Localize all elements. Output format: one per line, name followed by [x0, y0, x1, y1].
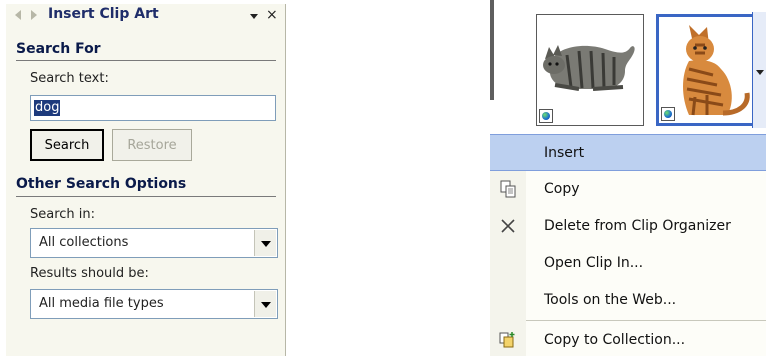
search-in-value: All collections — [39, 235, 129, 250]
menu-item-label: Delete from Clip Organizer — [544, 218, 731, 234]
results-should-be-label: Results should be: — [30, 266, 149, 281]
section-divider — [16, 196, 276, 197]
search-in-dropdown-button[interactable] — [254, 230, 276, 256]
menu-item-insert[interactable]: Insert — [490, 134, 766, 171]
insert-clip-art-pane: Insert Clip Art × Search For Search text… — [6, 4, 286, 356]
search-for-heading: Search For — [16, 41, 101, 57]
menu-item-copy-to-collection[interactable]: Copy to Collection... — [490, 322, 766, 359]
clip-context-menu: Insert Copy Delete from Clip Organizer O… — [490, 134, 766, 356]
search-in-select[interactable]: All collections — [30, 228, 278, 258]
back-arrow-icon[interactable] — [15, 10, 21, 20]
menu-item-label: Copy — [544, 181, 580, 197]
close-icon[interactable]: × — [266, 6, 278, 24]
restore-button[interactable]: Restore — [112, 129, 192, 161]
copy-to-collection-icon — [499, 332, 515, 348]
clip-dropdown-button[interactable] — [752, 12, 766, 128]
clip-gallery — [490, 0, 766, 135]
clip-thumbnail-tabby-cat[interactable] — [536, 14, 644, 126]
clip-thumbnail-orange-cat[interactable] — [656, 14, 764, 126]
gallery-edge — [490, 0, 494, 100]
menu-item-copy[interactable]: Copy — [490, 171, 766, 208]
chevron-down-icon — [261, 241, 271, 247]
results-select[interactable]: All media file types — [30, 289, 278, 319]
search-in-label: Search in: — [30, 207, 96, 222]
menu-item-open-clip-in[interactable]: Open Clip In... — [490, 245, 766, 282]
search-text-input[interactable]: dog — [30, 95, 276, 121]
results-value: All media file types — [39, 296, 164, 311]
chevron-down-icon — [261, 302, 271, 308]
section-divider — [16, 60, 276, 61]
globe-icon — [661, 107, 675, 121]
menu-item-tools-on-the-web[interactable]: Tools on the Web... — [490, 282, 766, 319]
menu-item-label: Open Clip In... — [544, 255, 644, 271]
search-text-label: Search text: — [30, 71, 109, 86]
search-text-value: dog — [34, 100, 61, 116]
menu-item-delete-from-clip-organizer[interactable]: Delete from Clip Organizer — [490, 208, 766, 245]
delete-icon — [501, 219, 515, 233]
chevron-down-icon — [756, 70, 764, 75]
menu-item-label: Insert — [544, 145, 585, 161]
pane-title: Insert Clip Art — [48, 6, 159, 22]
globe-icon — [539, 109, 553, 123]
copy-icon — [500, 180, 516, 198]
forward-arrow-icon[interactable] — [31, 10, 37, 20]
results-dropdown-button[interactable] — [254, 291, 276, 317]
other-search-options-heading: Other Search Options — [16, 176, 187, 192]
search-button[interactable]: Search — [30, 129, 104, 161]
pane-menu-arrow-icon[interactable] — [250, 14, 258, 19]
pane-titlebar: Insert Clip Art × — [6, 4, 286, 28]
menu-item-label: Tools on the Web... — [544, 292, 677, 308]
menu-item-label: Copy to Collection... — [544, 332, 686, 348]
menu-separator — [526, 320, 766, 321]
